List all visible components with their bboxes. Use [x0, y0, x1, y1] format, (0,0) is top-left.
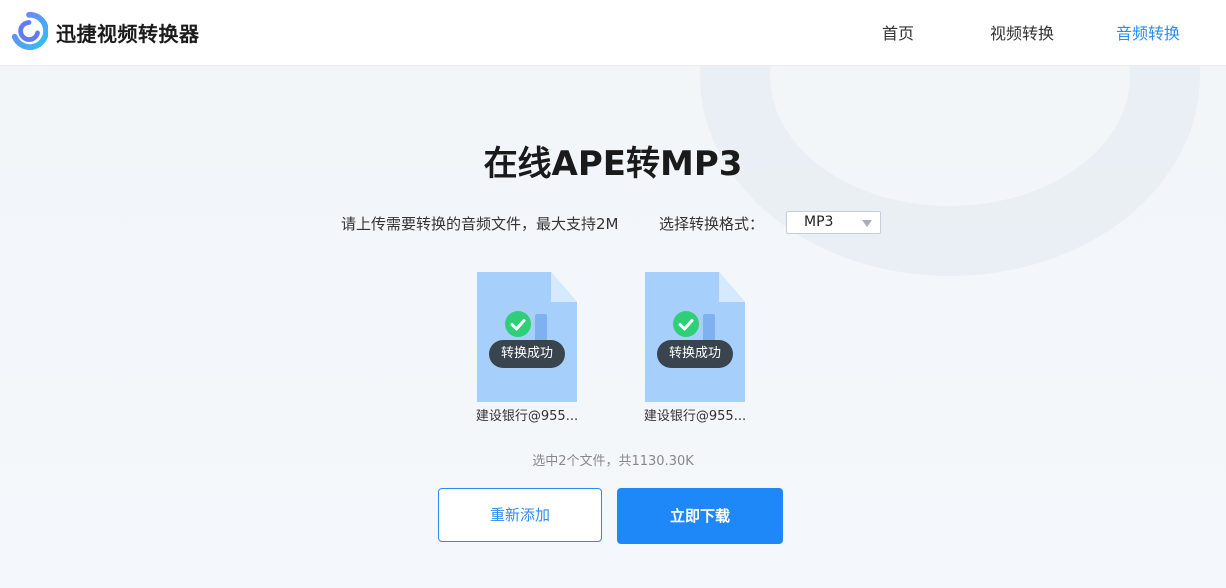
- readd-button[interactable]: 重新添加: [438, 488, 602, 542]
- chevron-down-icon: [862, 220, 872, 227]
- format-select-value: MP3: [804, 214, 834, 230]
- audio-file-icon: [645, 272, 745, 402]
- page-title: 在线APE转MP3: [483, 144, 743, 184]
- success-check-icon: [673, 311, 699, 337]
- file-name: 建设银行@955...: [643, 409, 747, 424]
- file-name: 建设银行@955...: [475, 409, 579, 424]
- status-badge: 转换成功: [489, 340, 565, 368]
- status-badge: 转换成功: [657, 340, 733, 368]
- brand-name: 迅捷视频转换器: [56, 22, 200, 46]
- app-logo-icon: [11, 12, 48, 50]
- nav-home[interactable]: 首页: [882, 20, 914, 44]
- file-card[interactable]: 转换成功 建设银行@955...: [467, 272, 587, 427]
- file-card[interactable]: 转换成功 建设银行@955...: [635, 272, 755, 427]
- main-content: 在线APE转MP3 请上传需要转换的音频文件，最大支持2M 选择转换格式： MP…: [0, 66, 1226, 588]
- audio-file-icon: [477, 272, 577, 402]
- upload-hint: 请上传需要转换的音频文件，最大支持2M: [341, 215, 619, 233]
- nav-video-convert[interactable]: 视频转换: [990, 20, 1054, 44]
- top-header: 迅捷视频转换器 首页 视频转换 音频转换: [0, 0, 1226, 66]
- download-button[interactable]: 立即下载: [617, 488, 783, 544]
- success-check-icon: [505, 311, 531, 337]
- nav-audio-convert[interactable]: 音频转换: [1116, 20, 1180, 44]
- selection-summary: 选中2个文件，共1130.30K: [532, 454, 694, 469]
- format-label: 选择转换格式：: [659, 215, 765, 233]
- format-select[interactable]: MP3: [786, 211, 881, 234]
